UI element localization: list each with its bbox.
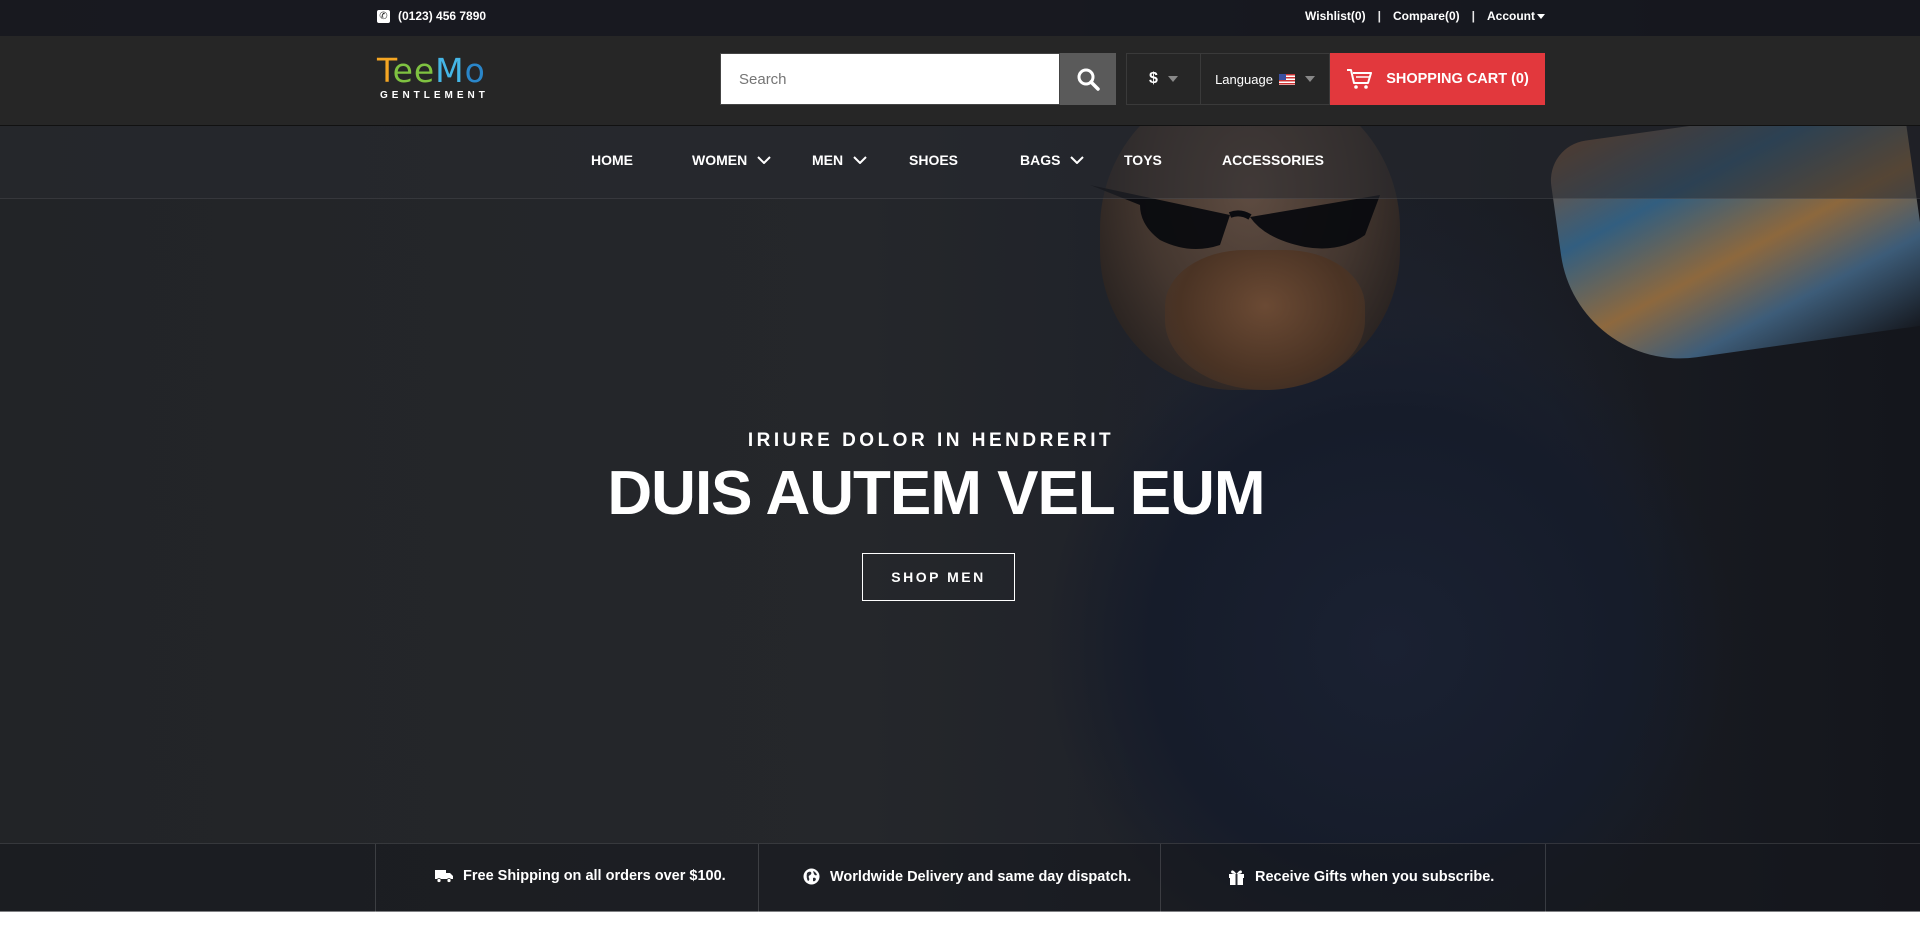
divider bbox=[1160, 844, 1161, 912]
hero-model-beard bbox=[1165, 250, 1365, 390]
account-dropdown[interactable]: Account bbox=[1487, 9, 1545, 23]
globe-icon bbox=[803, 868, 820, 885]
truck-icon bbox=[435, 870, 453, 883]
divider bbox=[758, 844, 759, 912]
search-bar bbox=[720, 53, 1116, 105]
currency-selector[interactable]: $ bbox=[1126, 53, 1200, 105]
feature-gifts: Receive Gifts when you subscribe. bbox=[1228, 868, 1494, 885]
link-separator: | bbox=[1471, 9, 1475, 23]
link-separator: | bbox=[1377, 9, 1381, 23]
currency-symbol: $ bbox=[1149, 70, 1158, 87]
caret-down-icon bbox=[1304, 76, 1315, 82]
search-input[interactable] bbox=[720, 53, 1060, 105]
nav-label: WOMEN bbox=[692, 152, 748, 168]
phone-number: (0123) 456 7890 bbox=[398, 9, 487, 23]
feature-free-shipping: Free Shipping on all orders over $100. bbox=[435, 868, 726, 884]
features-strip: Free Shipping on all orders over $100. W… bbox=[0, 843, 1920, 912]
us-flag-icon bbox=[1278, 73, 1295, 85]
shop-men-label: SHOP MEN bbox=[891, 569, 986, 585]
caret-down-icon bbox=[1167, 76, 1178, 82]
account-label: Account bbox=[1487, 9, 1535, 23]
search-button[interactable] bbox=[1060, 53, 1116, 105]
feature-text: Receive Gifts when you subscribe. bbox=[1255, 868, 1495, 885]
feature-worldwide-delivery: Worldwide Delivery and same day dispatch… bbox=[803, 868, 1131, 885]
hero-subtitle: IRIURE DOLOR IN HENDRERIT bbox=[747, 430, 1115, 451]
nav-item-men[interactable]: MEN bbox=[812, 152, 867, 168]
main-navigation: HOME WOMEN MEN SHOES BAGS TOYS ACCESSORI… bbox=[0, 126, 1920, 199]
chevron-down-icon bbox=[853, 156, 867, 164]
feature-text: Free Shipping on all orders over $100. bbox=[463, 868, 726, 884]
nav-item-shoes[interactable]: SHOES bbox=[909, 152, 958, 168]
logo-tagline: GENTLEMENT bbox=[380, 90, 489, 101]
search-icon bbox=[1077, 68, 1100, 91]
phone-icon: ✆ bbox=[377, 9, 390, 23]
logo[interactable]: TeeMo GENTLEMENT bbox=[377, 51, 489, 102]
nav-item-home[interactable]: HOME bbox=[591, 152, 633, 168]
nav-item-women[interactable]: WOMEN bbox=[692, 152, 771, 168]
nav-item-accessories[interactable]: ACCESSORIES bbox=[1222, 152, 1324, 168]
feature-text: Worldwide Delivery and same day dispatch… bbox=[830, 868, 1132, 885]
nav-item-bags[interactable]: BAGS bbox=[1020, 152, 1085, 168]
divider bbox=[375, 844, 376, 912]
shopping-cart-button[interactable]: SHOPPING CART (0) bbox=[1330, 53, 1545, 105]
language-label: Language bbox=[1215, 71, 1273, 87]
wishlist-link[interactable]: Wishlist(0) bbox=[1305, 9, 1366, 23]
nav-label: ACCESSORIES bbox=[1222, 152, 1324, 168]
nav-label: HOME bbox=[591, 152, 633, 168]
caret-down-icon bbox=[1537, 14, 1545, 20]
account-links: Wishlist(0) | Compare(0) | Account bbox=[1305, 9, 1545, 23]
nav-label: SHOES bbox=[909, 152, 959, 168]
hero-title: DUIS AUTEM VEL EUM bbox=[607, 459, 1265, 528]
chevron-down-icon bbox=[1070, 156, 1085, 164]
divider bbox=[1545, 844, 1546, 912]
chevron-down-icon bbox=[757, 156, 771, 164]
gift-icon bbox=[1229, 870, 1244, 885]
top-bar: ✆ (0123) 456 7890 Wishlist(0) | Compare(… bbox=[0, 0, 1920, 36]
nav-label: TOYS bbox=[1124, 152, 1162, 168]
nav-label: BAGS bbox=[1020, 152, 1061, 168]
site-header: TeeMo GENTLEMENT $ Language SHOPPING CAR… bbox=[0, 36, 1920, 126]
phone-contact[interactable]: ✆ (0123) 456 7890 bbox=[377, 9, 486, 23]
language-selector[interactable]: Language bbox=[1200, 53, 1330, 105]
cart-label: SHOPPING CART (0) bbox=[1386, 71, 1529, 87]
cart-icon bbox=[1347, 69, 1373, 89]
shop-men-button[interactable]: SHOP MEN bbox=[862, 553, 1015, 601]
nav-label: MEN bbox=[812, 152, 844, 168]
logo-wordmark: TeeMo bbox=[377, 51, 486, 90]
nav-item-toys[interactable]: TOYS bbox=[1124, 152, 1162, 168]
compare-link[interactable]: Compare(0) bbox=[1393, 9, 1460, 23]
